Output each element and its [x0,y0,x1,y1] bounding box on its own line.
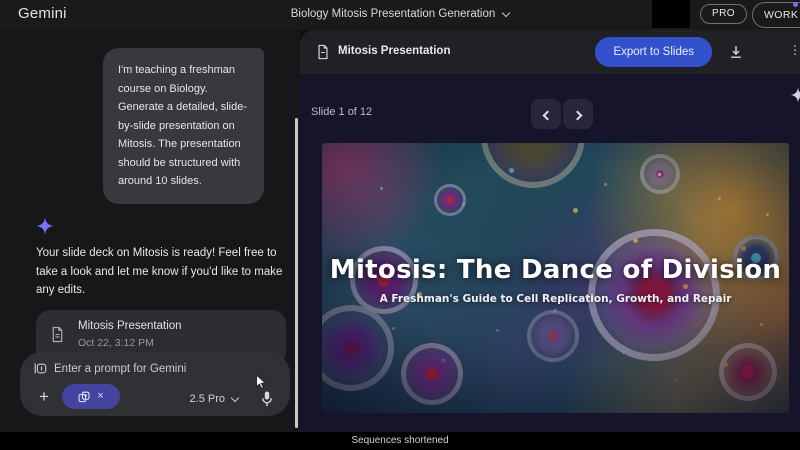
canvas-tool-icon [78,391,90,403]
prompt-composer[interactable]: Enter a prompt for Gemini + × 2.5 Pro [20,352,290,416]
canvas-header: Mitosis Presentation Export to Slides ⋮ [300,30,800,74]
download-icon[interactable] [728,44,744,60]
sparkle-icon [789,86,800,104]
slide-preview: Mitosis: The Dance of Division A Freshma… [322,143,789,413]
slide-title: Mitosis: The Dance of Division [322,255,789,285]
slide-canvas-area: Slide 1 of 12 Mitosis: The Dance of Div [300,74,800,432]
assistant-message: Your slide deck on Mitosis is ready! Fee… [36,244,284,300]
chat-panel: I'm teaching a freshman course on Biolog… [0,30,300,432]
canvas-panel: Mitosis Presentation Export to Slides ⋮ … [300,30,800,432]
document-icon [316,44,330,60]
chevron-down-icon [231,394,239,402]
document-icon [50,326,65,343]
prompt-placeholder: Enter a prompt for Gemini [54,363,186,375]
canvas-doc-title: Mitosis Presentation [338,45,450,57]
text-cursor-icon [34,362,47,375]
chevron-right-icon [572,110,582,120]
bottom-status-bar: Sequences shortened [0,432,800,450]
previous-slide-button[interactable] [531,99,561,129]
model-label: 2.5 Pro [190,393,225,405]
model-selector[interactable]: 2.5 Pro [190,393,238,405]
more-options-icon[interactable]: ⋮ [789,43,800,61]
user-message-bubble: I'm teaching a freshman course on Biolog… [103,48,264,204]
microphone-button[interactable] [259,390,275,408]
pro-badge: PRO [700,4,747,24]
artifact-title: Mitosis Presentation [78,320,182,332]
slide-subtitle: A Freshman's Guide to Cell Replication, … [322,293,789,305]
gemini-sparkle-icon [35,216,55,236]
top-bar: Gemini Biology Mitosis Presentation Gene… [0,0,800,30]
sequences-note: Sequences shortened [0,432,800,449]
mouse-pointer [255,374,268,391]
panel-divider-scrollbar[interactable] [295,118,298,428]
obscured-area [652,0,690,28]
chevron-down-icon [502,9,510,17]
export-to-slides-button[interactable]: Export to Slides [595,37,712,67]
next-slide-button[interactable] [563,99,593,129]
slide-counter: Slide 1 of 12 [311,106,372,118]
chevron-left-icon [542,110,552,120]
notification-dot [793,2,798,7]
artifact-timestamp: Oct 22, 3:12 PM [78,337,154,349]
conversation-title-label: Biology Mitosis Presentation Generation [291,8,496,20]
add-attachment-button[interactable]: + [34,387,54,407]
gemini-app-window: Gemini Biology Mitosis Presentation Gene… [0,0,800,450]
canvas-tool-chip[interactable]: × [62,384,120,409]
remove-chip-button[interactable]: × [97,391,103,402]
prompt-input[interactable]: Enter a prompt for Gemini [34,362,186,375]
